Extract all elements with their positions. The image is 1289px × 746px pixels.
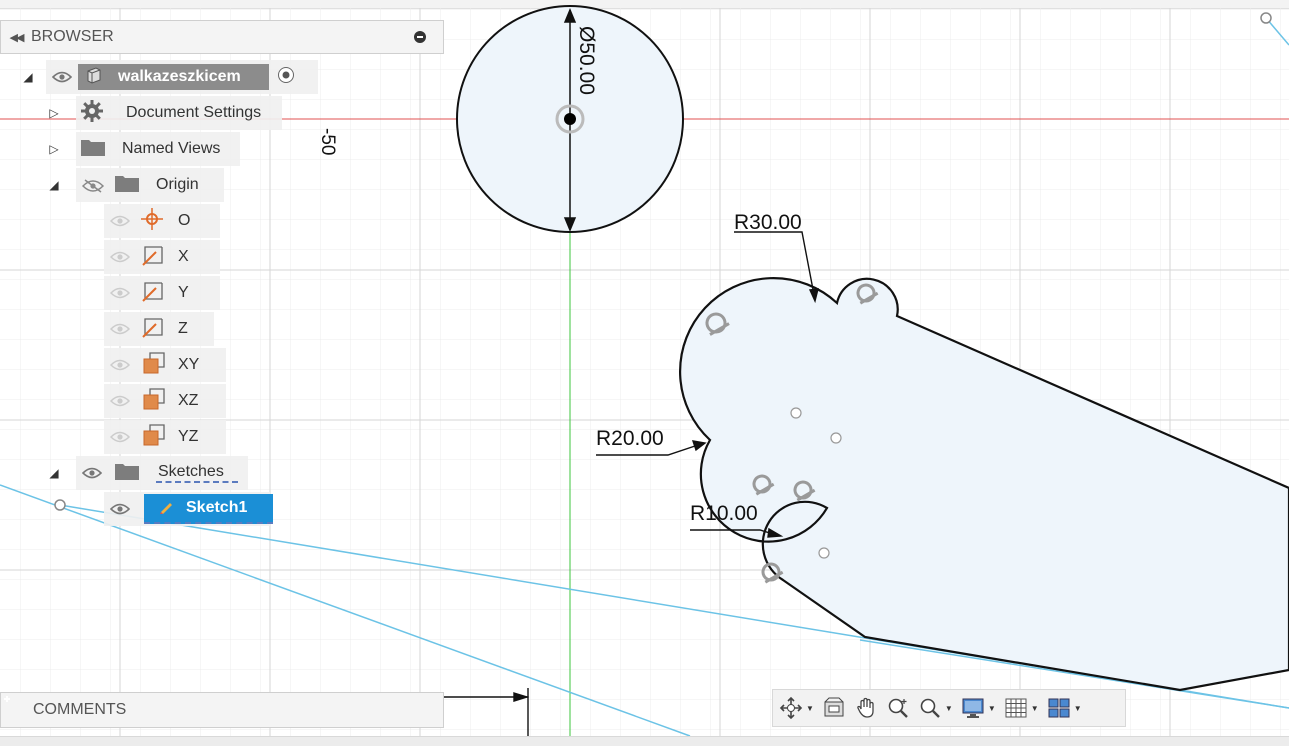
folder-icon [114, 173, 140, 198]
plane-icon [142, 387, 166, 416]
grid-icon [1004, 696, 1028, 720]
sketch-icon [158, 497, 176, 520]
tree-item-document-settings[interactable]: Document Settings [76, 96, 282, 130]
eye-icon[interactable] [110, 503, 130, 515]
orbit-icon [779, 696, 803, 720]
folder-icon [80, 137, 106, 162]
eye-icon[interactable] [110, 287, 130, 299]
xz-plane-label: XZ [178, 392, 199, 409]
tree-item-origin-point[interactable]: O [104, 204, 220, 238]
gear-icon [80, 99, 104, 128]
construction-point-top-right[interactable] [1260, 12, 1272, 24]
look-at-icon [822, 696, 846, 720]
r30-label[interactable]: R30.00 [734, 211, 802, 234]
expand-triangle-icon[interactable]: ◢ [22, 60, 34, 94]
pan-tool[interactable] [854, 693, 878, 723]
zoom-tool[interactable] [886, 693, 910, 723]
folder-icon [114, 461, 140, 486]
component-box-icon [84, 65, 104, 90]
origin-label: Origin [156, 176, 199, 193]
collapse-triangle-icon[interactable]: ▷ [48, 96, 60, 130]
eye-icon[interactable] [110, 359, 130, 371]
radio-button-icon[interactable] [277, 66, 295, 89]
tree-item-sketch1[interactable]: Sketch1 [104, 492, 274, 526]
xy-plane-label: XY [178, 356, 200, 373]
document-settings-label: Document Settings [126, 104, 262, 121]
double-chevron-left-icon[interactable]: ◀◀ [1, 31, 31, 44]
zoom-window-tool[interactable]: ▼ [918, 693, 953, 723]
eye-icon[interactable] [82, 467, 102, 479]
grid-tool[interactable]: ▼ [1004, 693, 1039, 723]
look-at-tool[interactable] [822, 693, 846, 723]
viewports-icon [1047, 696, 1071, 720]
sketches-label: Sketches [156, 463, 238, 483]
navigation-toolbar: ▼ ▼ ▼ ▼ ▼ [772, 689, 1126, 727]
tree-item-named-views[interactable]: Named Views [76, 132, 240, 166]
browser-title: BROWSER [31, 28, 114, 45]
zoom-icon [886, 696, 910, 720]
display-settings-tool[interactable]: ▼ [961, 693, 996, 723]
zoom-window-icon [918, 696, 942, 720]
origin-o-label: O [178, 212, 191, 229]
expand-triangle-icon[interactable]: ◢ [48, 456, 60, 490]
r20-label[interactable]: R20.00 [596, 427, 664, 450]
eye-icon[interactable] [110, 431, 130, 443]
axis-icon [142, 280, 164, 307]
tree-item-xy-plane[interactable]: XY [104, 348, 226, 382]
sketch1-label: Sketch1 [186, 499, 248, 516]
z-axis-label: Z [178, 320, 188, 337]
comments-panel-header[interactable]: COMMENTS [0, 692, 444, 728]
eye-icon[interactable] [52, 71, 72, 83]
diameter-label[interactable]: Ø50.00 [575, 26, 598, 95]
collapse-triangle-icon[interactable]: ▷ [48, 132, 60, 166]
eye-icon[interactable] [110, 215, 130, 227]
tree-item-z-axis[interactable]: Z [104, 312, 214, 346]
chevron-down-icon[interactable]: ▼ [806, 704, 814, 713]
axis-label-minus-50: -50 [317, 128, 338, 155]
comments-title: COMMENTS [33, 701, 127, 718]
chevron-down-icon[interactable]: ▼ [988, 704, 996, 713]
yz-plane-label: YZ [178, 428, 199, 445]
x-axis-label: X [178, 248, 189, 265]
origin-point-icon [140, 207, 164, 236]
y-axis-label: Y [178, 284, 189, 301]
eye-icon[interactable] [110, 395, 130, 407]
expand-triangle-icon[interactable]: ◢ [48, 168, 60, 202]
eye-slash-icon[interactable] [82, 179, 104, 193]
component-label-box[interactable]: walkazeszkicem [78, 64, 269, 90]
minus-circle-icon[interactable] [414, 31, 426, 43]
tree-item-sketches[interactable]: Sketches [76, 456, 248, 490]
component-row[interactable]: walkazeszkicem [46, 60, 318, 94]
axis-icon [142, 316, 164, 343]
chevron-down-icon[interactable]: ▼ [945, 704, 953, 713]
tree-item-y-axis[interactable]: Y [104, 276, 220, 310]
eye-icon[interactable] [110, 323, 130, 335]
component-name: walkazeszkicem [118, 68, 241, 85]
center-point[interactable] [564, 113, 576, 125]
tree-item-xz-plane[interactable]: XZ [104, 384, 226, 418]
display-settings-icon [961, 696, 985, 720]
tree-item-yz-plane[interactable]: YZ [104, 420, 226, 454]
orbit-tool[interactable]: ▼ [779, 693, 814, 723]
plane-icon [142, 423, 166, 452]
axis-icon [142, 244, 164, 271]
chevron-down-icon[interactable]: ▼ [1031, 704, 1039, 713]
pan-hand-icon [854, 696, 878, 720]
browser-panel-header[interactable]: ◀◀ BROWSER [0, 20, 444, 54]
construction-point[interactable] [54, 499, 66, 511]
plane-icon [142, 351, 166, 380]
tree-item-origin[interactable]: Origin [76, 168, 224, 202]
r10-label[interactable]: R10.00 [690, 502, 758, 525]
viewports-tool[interactable]: ▼ [1047, 693, 1082, 723]
tree-item-x-axis[interactable]: X [104, 240, 220, 274]
named-views-label: Named Views [122, 140, 221, 157]
eye-icon[interactable] [110, 251, 130, 263]
sketch1-selected-box[interactable]: Sketch1 [144, 494, 274, 524]
chevron-down-icon[interactable]: ▼ [1074, 704, 1082, 713]
